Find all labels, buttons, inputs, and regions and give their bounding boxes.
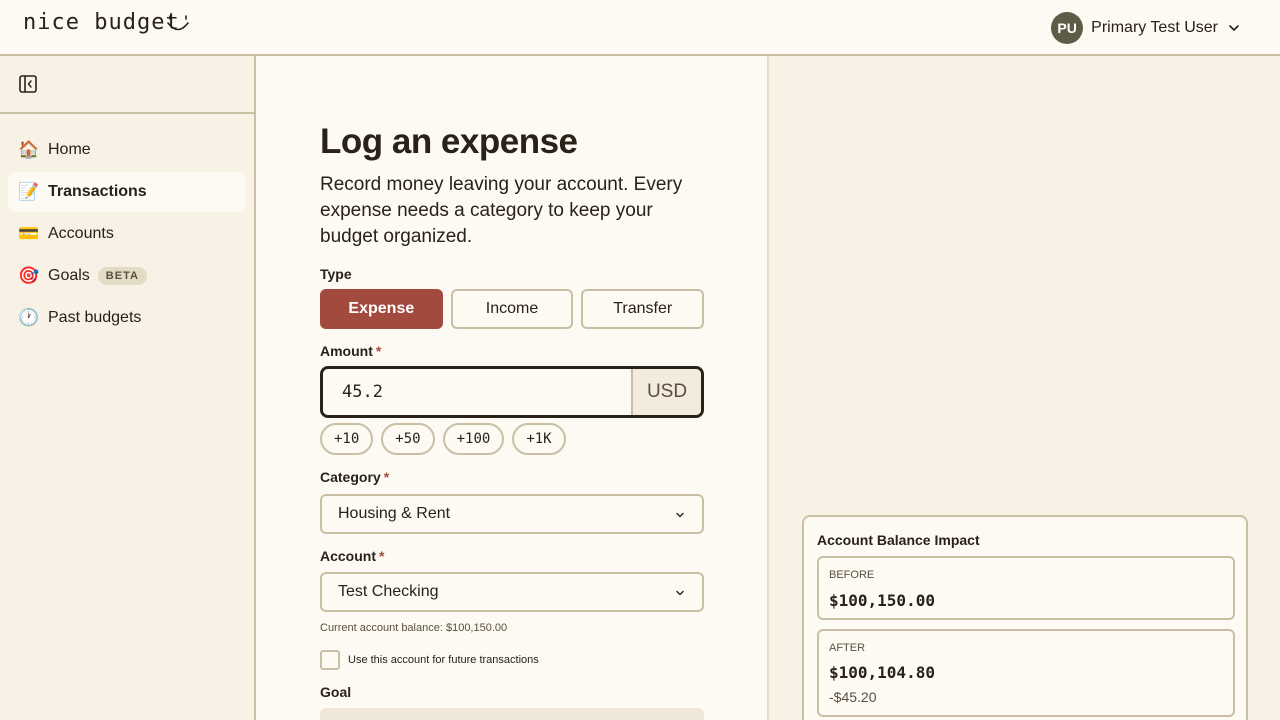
user-name: Primary Test User: [1091, 19, 1218, 36]
remember-account-checkbox[interactable]: [320, 650, 340, 670]
after-card: AFTER $100,104.80 -$45.20: [817, 629, 1235, 717]
sidebar-collapse-icon[interactable]: [19, 75, 37, 93]
quick-add-1k-button[interactable]: +1K: [512, 423, 566, 455]
goal-select[interactable]: [320, 708, 704, 720]
category-select[interactable]: Housing & Rent: [320, 494, 704, 534]
remember-account-row[interactable]: Use this account for future transactions: [320, 650, 539, 670]
beta-badge: BETA: [97, 267, 147, 285]
impact-title: Account Balance Impact: [817, 532, 980, 548]
chevron-down-icon: [676, 590, 684, 596]
smile-icon: [167, 15, 189, 31]
chevron-down-icon: [1229, 25, 1239, 31]
currency-label: USD: [631, 369, 701, 415]
category-label-text: Category: [320, 469, 381, 485]
category-value: Housing & Rent: [338, 505, 451, 522]
required-mark: *: [379, 548, 385, 564]
account-label-text: Account: [320, 548, 376, 564]
page-title: Log an expense: [320, 122, 578, 161]
expense-form-panel: Log an expense Record money leaving your…: [256, 56, 769, 720]
sidebar-item-label: Past budgets: [48, 309, 142, 326]
type-income-button[interactable]: Income: [450, 289, 574, 329]
quick-amounts: +10 +50 +100 +1K: [320, 423, 566, 455]
amount-label: Amount *: [320, 343, 381, 359]
type-label: Type: [320, 266, 352, 282]
chevron-down-icon: [676, 512, 684, 518]
account-select[interactable]: Test Checking: [320, 572, 704, 612]
sidebar-top: [0, 56, 254, 114]
account-label: Account *: [320, 548, 384, 564]
sidebar-item-accounts[interactable]: 💳 Accounts: [8, 214, 246, 254]
house-icon: 🏠: [18, 140, 40, 159]
sidebar-item-label: Home: [48, 141, 91, 158]
before-card: BEFORE $100,150.00: [817, 556, 1235, 620]
sidebar-nav: 🏠 Home 📝 Transactions 💳 Accounts 🎯 Goals…: [8, 130, 246, 340]
amount-field: USD: [320, 366, 704, 418]
sidebar-item-goals[interactable]: 🎯 Goals BETA: [8, 256, 246, 296]
account-value: Test Checking: [338, 583, 439, 600]
quick-add-100-button[interactable]: +100: [442, 423, 505, 455]
sidebar-item-past-budgets[interactable]: 🕐 Past budgets: [8, 298, 246, 338]
type-toggle: Expense Income Transfer: [320, 289, 705, 329]
balance-delta: -$45.20: [829, 689, 877, 705]
type-expense-button[interactable]: Expense: [320, 289, 443, 329]
amount-label-text: Amount: [320, 343, 373, 359]
sidebar-item-transactions[interactable]: 📝 Transactions: [8, 172, 246, 212]
before-label: BEFORE: [829, 569, 875, 581]
goal-label: Goal: [320, 684, 352, 700]
type-transfer-button[interactable]: Transfer: [581, 289, 705, 329]
remember-account-label: Use this account for future transactions: [348, 654, 539, 666]
sidebar-item-label: Goals: [48, 267, 90, 284]
quick-add-50-button[interactable]: +50: [381, 423, 435, 455]
category-label: Category *: [320, 469, 389, 485]
quick-add-10-button[interactable]: +10: [320, 423, 374, 455]
sidebar-item-label: Accounts: [48, 225, 114, 242]
required-mark: *: [375, 343, 382, 359]
credit-card-icon: 💳: [18, 224, 40, 243]
after-label: AFTER: [829, 642, 866, 654]
user-menu[interactable]: PU Primary Test User: [1051, 12, 1240, 44]
amount-input[interactable]: [323, 369, 631, 415]
top-header: nice budget PU Primary Test User: [0, 0, 1280, 56]
sidebar-item-home[interactable]: 🏠 Home: [8, 130, 246, 170]
required-mark: *: [383, 469, 390, 485]
before-value: $100,150.00: [829, 591, 935, 610]
app-logo[interactable]: nice budget: [23, 10, 180, 35]
memo-icon: 📝: [18, 182, 40, 201]
page-subtitle: Record money leaving your account. Every…: [320, 174, 683, 247]
target-icon: 🎯: [18, 266, 40, 285]
avatar: PU: [1051, 12, 1084, 44]
current-balance-note: Current account balance: $100,150.00: [320, 622, 508, 634]
after-value: $100,104.80: [829, 663, 935, 682]
account-balance-impact: Account Balance Impact BEFORE $100,150.0…: [802, 515, 1248, 720]
sidebar-item-label: Transactions: [48, 183, 147, 200]
clock-icon: 🕐: [18, 308, 40, 327]
